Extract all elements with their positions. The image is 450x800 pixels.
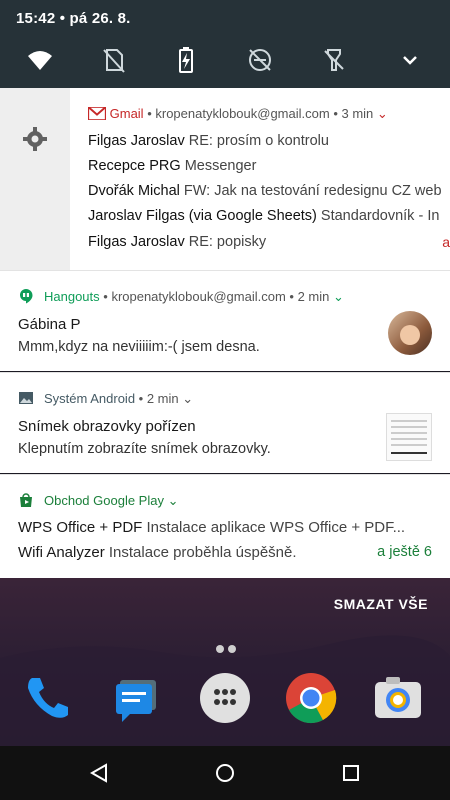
gmail-header: Gmail • kropenatyklobouk@gmail.com • 3 m… (88, 106, 388, 122)
status-time-date: 15:42 • pá 26. 8. (16, 10, 131, 27)
mail-subject: Standardovník - In (320, 208, 440, 224)
camera-icon[interactable] (372, 672, 424, 724)
android-time: 2 min (146, 391, 179, 406)
android-title: Snímek obrazovky pořízen (18, 418, 196, 435)
mail-item[interactable]: Filgas Jaroslav RE: prosím o kontrolu (88, 133, 329, 149)
avatar (388, 311, 432, 355)
mail-item[interactable]: Dvořák Michal FW: Jak na testování redes… (88, 183, 442, 199)
battery-charging-icon[interactable] (168, 42, 204, 78)
mail-item[interactable]: Filgas Jaroslav RE: popisky (88, 234, 266, 250)
mail-sender: Recepce PRG (88, 158, 181, 174)
hangouts-account: kropenatyklobouk@gmail.com (111, 289, 286, 304)
hangouts-title: Gábina P (18, 316, 81, 333)
mail-subject: RE: popisky (188, 234, 267, 250)
recents-icon[interactable] (340, 762, 362, 784)
play-store-notification[interactable]: Obchod Google Play ⌄ WPS Office + PDF In… (0, 474, 450, 579)
flashlight-off-icon[interactable] (316, 42, 352, 78)
screenshot-thumbnail (386, 413, 432, 461)
notification-settings-area[interactable] (0, 88, 70, 270)
status-bar: 15:42 • pá 26. 8. (0, 0, 450, 90)
expand-icon[interactable] (392, 42, 428, 78)
hangouts-time: 2 min (297, 289, 330, 304)
gmail-more-count: a (442, 234, 450, 250)
play-header: Obchod Google Play ⌄ (44, 493, 179, 509)
page-dot (216, 645, 224, 653)
phone-icon[interactable] (22, 672, 74, 724)
gmail-content: Gmail • kropenatyklobouk@gmail.com • 3 m… (88, 88, 450, 270)
navigation-bar (0, 746, 450, 800)
mail-subject: RE: prosím o kontrolu (188, 133, 329, 149)
android-app-name: Systém Android (44, 391, 136, 406)
gear-icon[interactable] (22, 126, 48, 152)
mail-item[interactable]: Jaroslav Filgas (via Google Sheets) Stan… (88, 208, 439, 224)
android-text: Klepnutím zobrazíte snímek obrazovky. (18, 441, 271, 457)
chevron-down-icon[interactable]: ⌄ (168, 493, 179, 508)
play-item-text: Instalace aplikace WPS Office + PDF... (146, 519, 406, 536)
do-not-disturb-off-icon[interactable] (242, 42, 278, 78)
play-app-name: Obchod Google Play (44, 493, 164, 508)
play-store-icon (20, 493, 32, 507)
play-item[interactable]: Wifi Analyzer Instalace proběhla úspěšně… (18, 544, 297, 561)
gmail-icon (88, 106, 107, 121)
mail-subject: FW: Jak na testování redesignu CZ web (183, 183, 442, 199)
play-item[interactable]: WPS Office + PDF Instalace aplikace WPS … (18, 519, 405, 536)
hangouts-icon (20, 289, 33, 304)
mail-item[interactable]: Recepce PRG Messenger (88, 158, 256, 174)
app-drawer-icon[interactable] (199, 672, 251, 724)
mail-sender: Filgas Jaroslav (88, 234, 185, 250)
mail-sender: Jaroslav Filgas (via Google Sheets) (88, 208, 317, 224)
quick-settings-row (0, 42, 450, 78)
hangouts-header: Hangouts • kropenatyklobouk@gmail.com • … (44, 289, 344, 304)
page-indicator (216, 640, 240, 658)
chrome-icon[interactable] (285, 672, 337, 724)
gmail-account: kropenatyklobouk@gmail.com (155, 106, 330, 121)
mail-sender: Filgas Jaroslav (88, 133, 185, 149)
messages-icon[interactable] (112, 672, 164, 724)
screenshot-notification[interactable]: Systém Android • 2 min ⌄ Snímek obrazovk… (0, 372, 450, 473)
play-item-title: Wifi Analyzer (18, 544, 105, 561)
chevron-down-icon[interactable]: ⌄ (333, 289, 344, 304)
image-icon (19, 392, 33, 404)
home-icon[interactable] (214, 762, 236, 784)
gmail-time: 3 min (341, 106, 374, 121)
play-item-text: Instalace proběhla úspěšně. (108, 544, 297, 561)
clear-all-button[interactable]: SMAZAT VŠE (334, 596, 428, 612)
play-more-count: a ještě 6 (377, 544, 432, 560)
hangouts-notification[interactable]: Hangouts • kropenatyklobouk@gmail.com • … (0, 270, 450, 371)
page-dot (228, 645, 236, 653)
mail-sender: Dvořák Michal (88, 183, 180, 199)
chevron-down-icon[interactable]: ⌄ (377, 106, 388, 121)
gmail-app-name: Gmail (109, 106, 144, 121)
back-icon[interactable] (88, 762, 110, 784)
hangouts-text: Mmm,kdyz na neviiiiim:-( jsem desna. (18, 339, 260, 355)
android-header: Systém Android • 2 min ⌄ (44, 391, 194, 406)
wifi-icon[interactable] (22, 42, 58, 78)
hangouts-app-name: Hangouts (44, 289, 100, 304)
play-item-title: WPS Office + PDF (18, 519, 143, 536)
no-sim-icon[interactable] (96, 42, 132, 78)
mail-subject: Messenger (184, 158, 257, 174)
chevron-down-icon[interactable]: ⌄ (182, 391, 193, 406)
gmail-notification[interactable]: Gmail • kropenatyklobouk@gmail.com • 3 m… (0, 88, 450, 270)
